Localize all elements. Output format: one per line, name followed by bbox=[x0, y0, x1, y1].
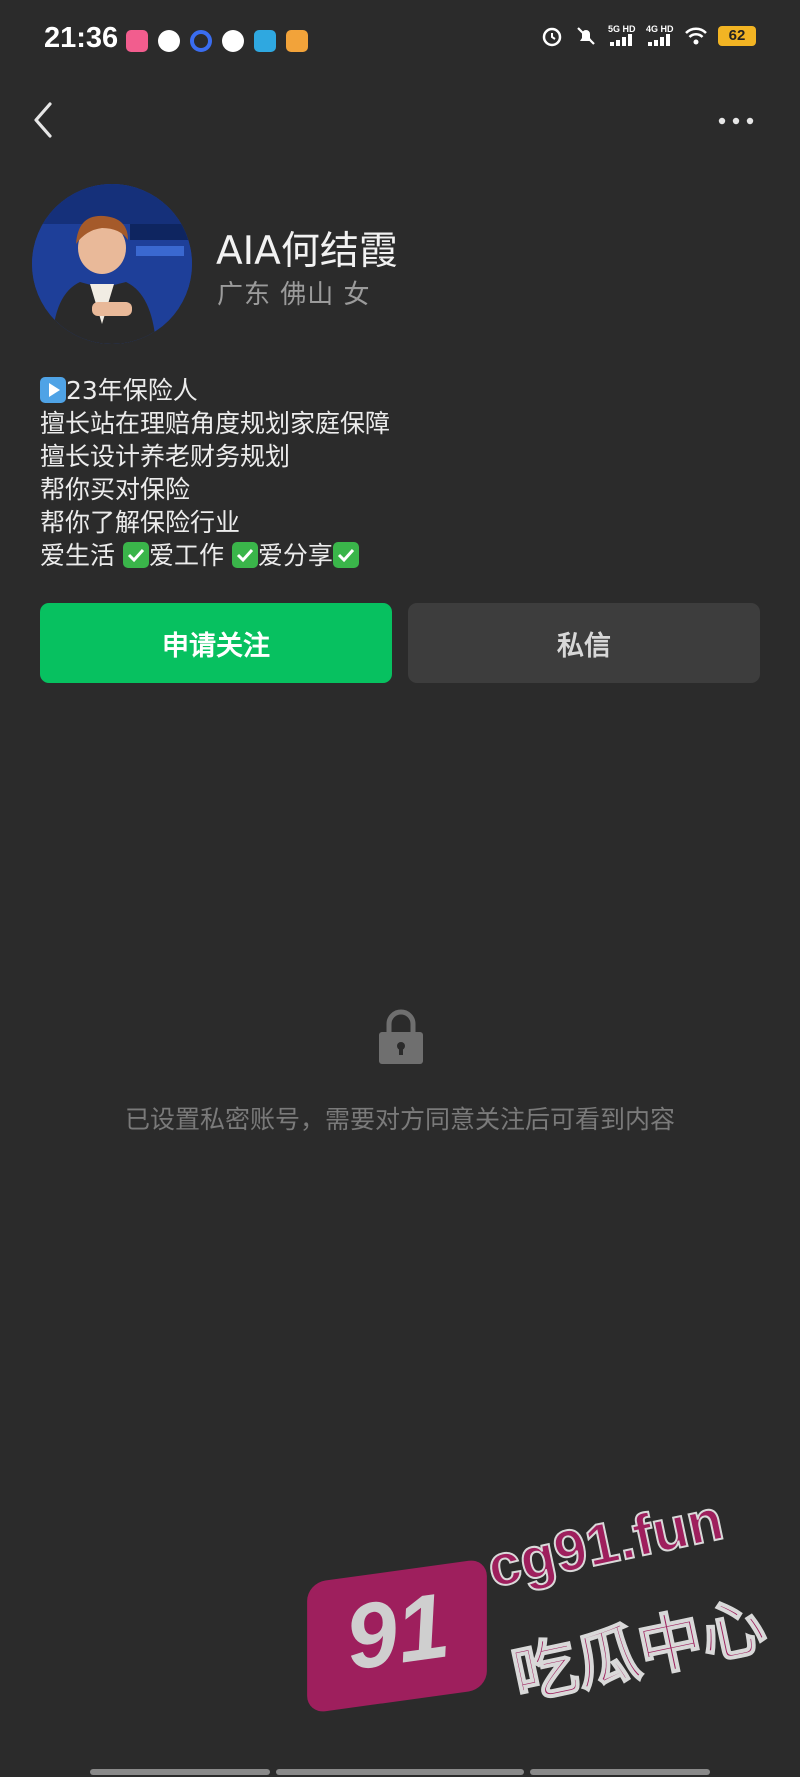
nav-bar-segment bbox=[276, 1769, 524, 1775]
watermark: 91 cg91.fun 吃瓜中心 bbox=[300, 1450, 780, 1750]
app-notification-icon bbox=[158, 30, 180, 52]
news-app-icon bbox=[286, 30, 308, 52]
play-button-icon bbox=[40, 377, 66, 403]
mute-bell-icon bbox=[577, 27, 595, 45]
battery-indicator: 62 bbox=[718, 26, 756, 46]
profile-location: 广东 佛山 女 bbox=[217, 280, 371, 310]
watermark-url: cg91.fun bbox=[481, 1486, 730, 1601]
bio-line: 帮你了解保险行业 bbox=[40, 508, 241, 537]
profile-name: AIA何结霞 bbox=[216, 229, 398, 274]
profile-bio: 23年保险人 擅长站在理赔角度规划家庭保障 擅长设计养老财务规划 帮你买对保险 … bbox=[40, 374, 390, 572]
nav-bar-segment bbox=[90, 1769, 270, 1775]
avatar-image bbox=[32, 184, 192, 344]
browser-app-icon bbox=[254, 30, 276, 52]
bio-line: 擅长站在理赔角度规划家庭保障 bbox=[40, 409, 391, 438]
nav-bar-segment bbox=[530, 1769, 710, 1775]
lock-icon bbox=[379, 1009, 423, 1064]
notification-icons bbox=[126, 30, 308, 52]
bio-line: 23年保险人 bbox=[40, 374, 390, 407]
signal-4g: 4G HD bbox=[646, 24, 674, 48]
bio-line: 爱生活 爱工作 爱分享 bbox=[40, 539, 390, 572]
wifi-icon bbox=[685, 27, 707, 45]
check-mark-icon bbox=[231, 542, 258, 568]
avatar[interactable] bbox=[32, 184, 192, 344]
bio-line: 帮你买对保险 bbox=[40, 475, 191, 504]
watermark-number: 91 bbox=[339, 1574, 455, 1690]
bio-line: 擅长设计养老财务规划 bbox=[40, 442, 291, 471]
bilibili-icon bbox=[126, 30, 148, 52]
watermark-text: 吃瓜中心 bbox=[505, 1588, 773, 1716]
check-mark-icon bbox=[332, 542, 359, 568]
system-icons: 5G HD 4G HD 62 bbox=[540, 24, 756, 48]
sync-app-icon bbox=[222, 30, 244, 52]
circle-app-icon bbox=[190, 30, 212, 52]
signal-5g: 5G HD bbox=[608, 24, 636, 48]
status-bar: 21:36 5G HD 4G HD 62 bbox=[0, 0, 800, 84]
signal-bars-icon bbox=[610, 34, 632, 46]
follow-request-button[interactable]: 申请关注 bbox=[40, 603, 392, 683]
back-arrow-icon[interactable] bbox=[26, 98, 66, 142]
more-options-icon[interactable] bbox=[716, 108, 756, 134]
private-message-button[interactable]: 私信 bbox=[408, 603, 760, 683]
alarm-icon bbox=[542, 27, 562, 47]
check-mark-icon bbox=[122, 542, 149, 568]
status-time: 21:36 bbox=[44, 22, 119, 54]
signal-bars-icon bbox=[648, 34, 670, 46]
private-account-notice: 已设置私密账号，需要对方同意关注后可看到内容 bbox=[124, 1105, 675, 1134]
